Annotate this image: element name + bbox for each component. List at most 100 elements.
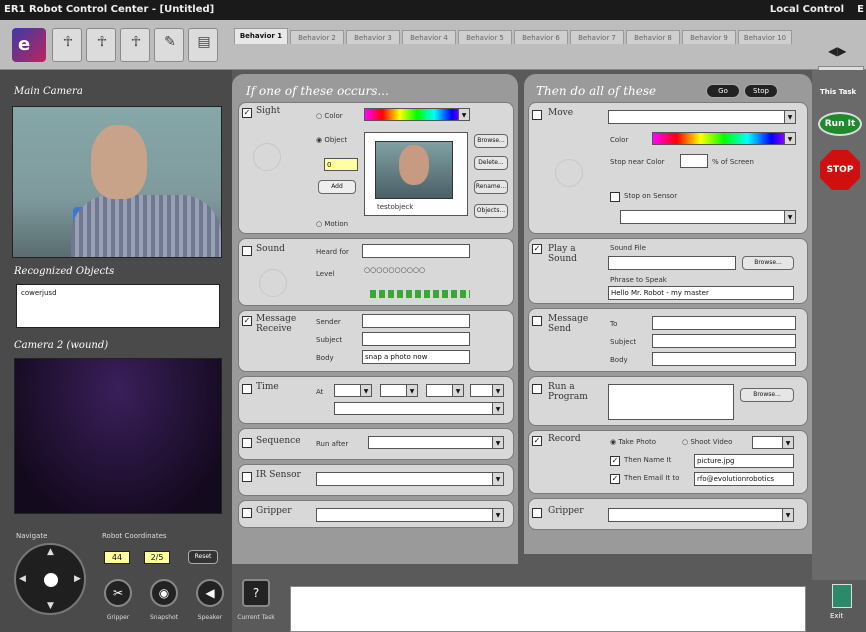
- arrow-right-icon[interactable]: ▶: [74, 574, 81, 584]
- phrase-field[interactable]: Hello Mr. Robot - my master: [608, 286, 794, 300]
- move-checkbox[interactable]: [532, 110, 542, 120]
- ir-sensor-checkbox[interactable]: [242, 472, 252, 482]
- email-field[interactable]: rfo@evolutionrobotics: [694, 472, 794, 486]
- gripper-button[interactable]: ✂: [104, 579, 132, 607]
- time-checkbox[interactable]: [242, 384, 252, 394]
- tab-behavior[interactable]: Behavior 9: [682, 30, 736, 44]
- snapshot-button[interactable]: ◉: [150, 579, 178, 607]
- speaker-button[interactable]: ◀: [196, 579, 224, 607]
- ear-icon: [259, 269, 287, 297]
- sequence-checkbox[interactable]: [242, 438, 252, 448]
- time-day-dropdown[interactable]: ▼: [334, 402, 504, 415]
- nav-center[interactable]: [44, 573, 58, 587]
- tab-behavior[interactable]: Behavior 10: [738, 30, 792, 44]
- play-sound-checkbox[interactable]: ✓: [532, 244, 542, 254]
- browse-object-button[interactable]: Browse...: [474, 134, 508, 148]
- main-camera-view: [12, 106, 222, 258]
- to-field[interactable]: [652, 316, 796, 330]
- object-value-field[interactable]: 0: [324, 158, 358, 171]
- list-item[interactable]: cowerjusd: [21, 289, 215, 297]
- chevron-left-icon[interactable]: ◀: [828, 44, 837, 58]
- move-dropdown[interactable]: ▼: [608, 110, 796, 124]
- exit-button[interactable]: Exit: [822, 582, 862, 628]
- body-field[interactable]: snap a photo now: [362, 350, 470, 364]
- gripper-action-checkbox[interactable]: [532, 508, 542, 518]
- sound-checkbox[interactable]: [242, 246, 252, 256]
- toolbar-button-4[interactable]: ✎: [154, 28, 184, 62]
- run-program-checkbox[interactable]: [532, 384, 542, 394]
- navigation-pad[interactable]: ▲ ▼ ◀ ▶: [14, 543, 86, 615]
- time-hour-dropdown[interactable]: ▼: [334, 384, 372, 397]
- book-icon: ▤: [197, 34, 211, 50]
- run-after-dropdown[interactable]: ▼: [368, 436, 504, 449]
- tab-behavior[interactable]: Behavior 2: [290, 30, 344, 44]
- chevron-right-icon[interactable]: ▶: [837, 44, 846, 58]
- tab-behavior[interactable]: Behavior 1: [234, 28, 288, 44]
- tab-behavior[interactable]: Behavior 6: [514, 30, 568, 44]
- then-email-checkbox[interactable]: ✓: [610, 474, 620, 484]
- add-object-button[interactable]: Add: [318, 180, 356, 194]
- shoot-video-radio[interactable]: ○ Shoot Video: [682, 438, 732, 446]
- stop-percent-field[interactable]: [680, 154, 708, 168]
- message-send-checkbox[interactable]: [532, 316, 542, 326]
- program-field[interactable]: [608, 384, 734, 420]
- person-icon: ☥: [96, 34, 108, 50]
- take-photo-radio[interactable]: ◉ Take Photo: [610, 438, 656, 446]
- color-radio-label[interactable]: ○ Color: [316, 112, 343, 120]
- info-icon: ?: [252, 586, 260, 600]
- video-length-dropdown[interactable]: ▼: [752, 436, 794, 449]
- arrow-down-icon[interactable]: ▼: [47, 601, 54, 611]
- ir-sensor-label: IR Sensor: [256, 470, 301, 480]
- toolbar-button-3[interactable]: ☥: [120, 28, 150, 62]
- sender-field[interactable]: [362, 314, 470, 328]
- tab-behavior[interactable]: Behavior 7: [570, 30, 624, 44]
- gripper-action-dropdown[interactable]: ▼: [608, 508, 794, 522]
- tab-behavior[interactable]: Behavior 5: [458, 30, 512, 44]
- message-receive-checkbox[interactable]: ✓: [242, 316, 252, 326]
- time-second-dropdown[interactable]: ▼: [426, 384, 464, 397]
- toolbar-button-5[interactable]: ▤: [188, 28, 218, 62]
- send-subject-field[interactable]: [652, 334, 796, 348]
- time-ampm-dropdown[interactable]: ▼: [470, 384, 504, 397]
- objects-button[interactable]: Objects...: [474, 204, 508, 218]
- tab-behavior[interactable]: Behavior 3: [346, 30, 400, 44]
- sound-file-label: Sound File: [610, 244, 646, 252]
- gripper-condition-dropdown[interactable]: ▼: [316, 508, 504, 522]
- sound-file-field[interactable]: [608, 256, 736, 270]
- move-color-dropdown[interactable]: ▼: [652, 132, 796, 145]
- object-radio-label[interactable]: ◉ Object: [316, 136, 347, 144]
- actions-stop-button[interactable]: Stop: [744, 84, 778, 98]
- ir-sensor-dropdown[interactable]: ▼: [316, 472, 504, 486]
- actions-go-button[interactable]: Go: [706, 84, 740, 98]
- send-body-field[interactable]: [652, 352, 796, 366]
- sight-color-dropdown[interactable]: ▼: [364, 108, 470, 121]
- subject-field[interactable]: [362, 332, 470, 346]
- delete-object-button[interactable]: Delete...: [474, 156, 508, 170]
- heard-for-field[interactable]: [362, 244, 470, 258]
- level-radios[interactable]: ○○○○○○○○○○: [364, 266, 470, 276]
- arrow-left-icon[interactable]: ◀: [19, 574, 26, 584]
- run-it-button[interactable]: Run It: [818, 112, 862, 136]
- motion-radio-label[interactable]: ○ Motion: [316, 220, 348, 228]
- rename-object-button[interactable]: Rename...: [474, 180, 508, 194]
- reset-button[interactable]: Reset: [188, 550, 218, 564]
- current-task-button[interactable]: ?: [242, 579, 270, 607]
- program-browse-button[interactable]: Browse...: [740, 388, 794, 402]
- then-name-checkbox[interactable]: ✓: [610, 456, 620, 466]
- glasses-icon: [253, 143, 281, 171]
- stop-button[interactable]: STOP: [820, 150, 860, 190]
- time-minute-dropdown[interactable]: ▼: [380, 384, 418, 397]
- stop-sensor-dropdown[interactable]: ▼: [620, 210, 796, 224]
- stop-on-sensor-checkbox[interactable]: [610, 192, 620, 202]
- arrow-up-icon[interactable]: ▲: [47, 547, 54, 557]
- recognized-objects-list[interactable]: cowerjusd: [16, 284, 220, 328]
- sound-browse-button[interactable]: Browse...: [742, 256, 794, 270]
- sight-checkbox[interactable]: ✓: [242, 108, 252, 118]
- toolbar-button-1[interactable]: ☥: [52, 28, 82, 62]
- record-checkbox[interactable]: ✓: [532, 436, 542, 446]
- gripper-condition-checkbox[interactable]: [242, 508, 252, 518]
- file-name-field[interactable]: picture.jpg: [694, 454, 794, 468]
- tab-behavior[interactable]: Behavior 8: [626, 30, 680, 44]
- tab-behavior[interactable]: Behavior 4: [402, 30, 456, 44]
- toolbar-button-2[interactable]: ☥: [86, 28, 116, 62]
